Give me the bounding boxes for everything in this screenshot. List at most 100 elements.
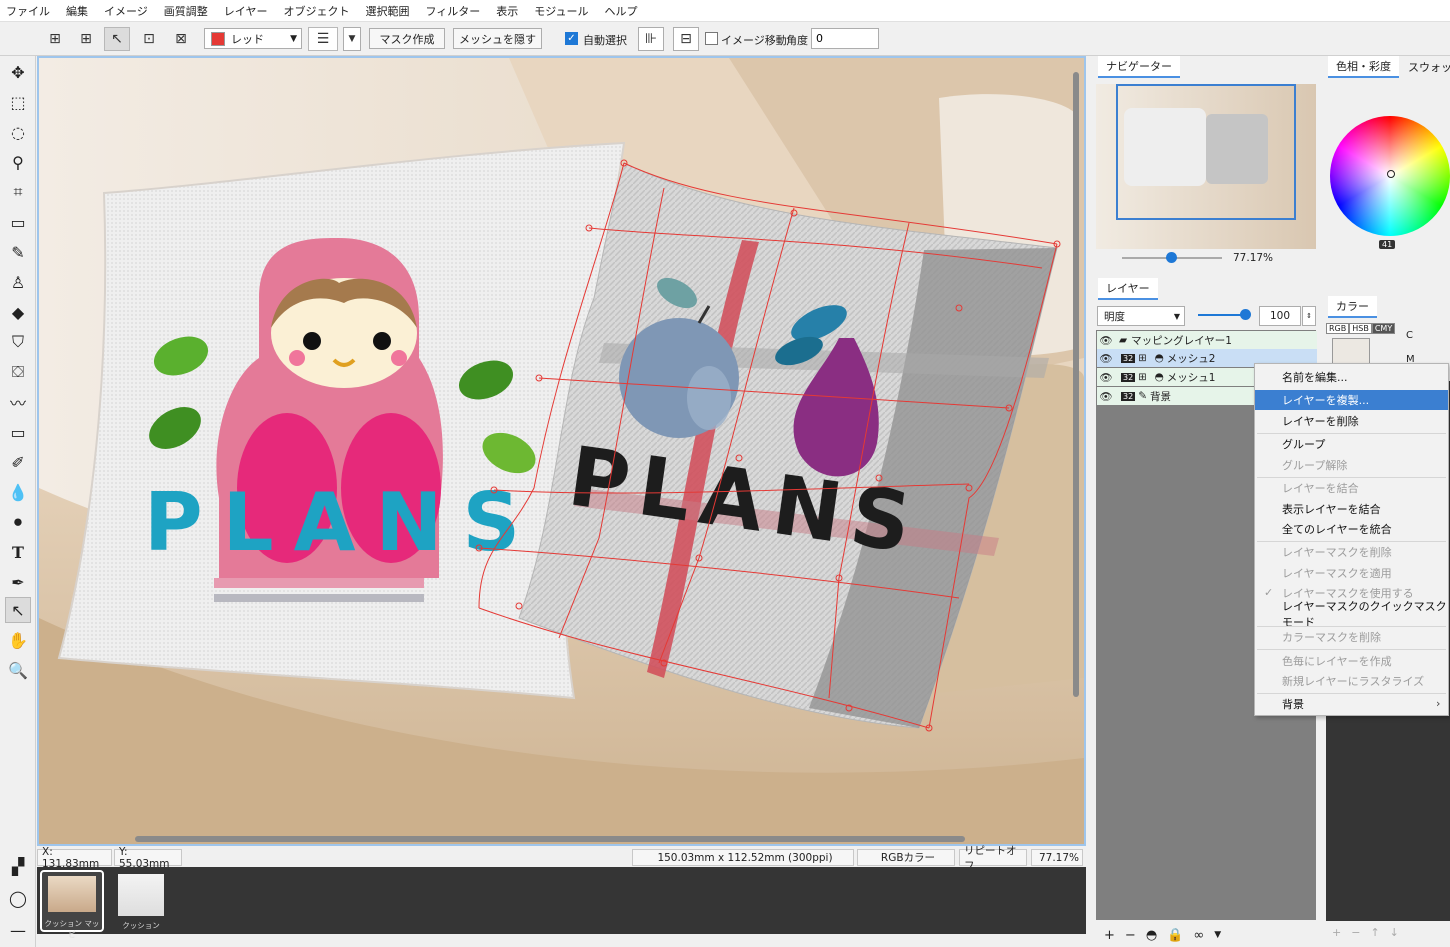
image-move-checkbox[interactable] [705, 32, 718, 45]
link-icon[interactable]: ∞ [1193, 928, 1204, 943]
zoom-icon[interactable]: 🔍 [5, 657, 31, 683]
magic-wand-icon[interactable]: ⚲ [5, 149, 31, 175]
thumb-doc-2[interactable]: クッション [112, 870, 170, 932]
tab-hue-saturation[interactable]: 色相・彩度 [1328, 56, 1399, 78]
blend-mode-select[interactable]: 明度 ▼ [1097, 306, 1185, 326]
stamp-icon[interactable]: ♙ [5, 269, 31, 295]
status-zoom[interactable]: 77.17% [1031, 849, 1083, 866]
ctx-background[interactable]: 背景 [1255, 694, 1448, 714]
ctx-rasterize-new[interactable]: 新規レイヤーにラスタライズ [1255, 671, 1448, 691]
mesh-edit-icon[interactable]: ⊠ [168, 27, 194, 51]
menu-file[interactable]: ファイル [6, 3, 50, 19]
canvas[interactable]: PLANS PLANS [37, 56, 1086, 846]
mask-icon[interactable]: ◓ [1146, 928, 1157, 943]
drop-icon[interactable]: 💧 [5, 479, 31, 505]
dodge-icon[interactable]: ⚫ [5, 509, 31, 535]
opacity-knob[interactable] [1240, 309, 1251, 320]
status-repeat[interactable]: リピートオフ [959, 845, 1027, 872]
eye-icon[interactable]: 👁 [1097, 390, 1115, 403]
mesh-add-icon[interactable]: ⊞ [73, 27, 99, 51]
remove-layer-icon[interactable]: − [1125, 928, 1136, 943]
opacity-input[interactable]: 100 [1259, 306, 1301, 326]
menu-image[interactable]: イメージ [104, 3, 148, 19]
menu-filter[interactable]: フィルター [425, 3, 480, 19]
ctx-apply-mask[interactable]: レイヤーマスクを適用 [1255, 563, 1448, 583]
settings-sliders-icon[interactable]: ☰ [308, 27, 338, 51]
add-swatch-icon[interactable]: + [1332, 926, 1341, 939]
lock-icon[interactable]: 🔒 [1167, 928, 1183, 943]
shape-rect-icon[interactable]: ▭ [5, 419, 31, 445]
ctx-merge-layers[interactable]: レイヤーを結合 [1255, 478, 1448, 498]
eye-icon[interactable]: 👁 [1097, 352, 1115, 365]
color-wheel-cursor[interactable] [1387, 170, 1395, 178]
gradient-icon[interactable]: 〰 [5, 389, 31, 415]
ctx-delete-mask[interactable]: レイヤーマスクを削除 [1255, 542, 1448, 562]
menu-module[interactable]: モジュール [534, 3, 588, 19]
tab-color[interactable]: カラー [1328, 296, 1377, 318]
angle-input[interactable] [811, 28, 879, 49]
eyedropper-icon[interactable]: ✐ [5, 449, 31, 475]
status-colormode[interactable]: RGBカラー [857, 849, 955, 866]
align-horizontal-icon[interactable]: ⊟ [673, 27, 699, 51]
auto-select-checkbox[interactable]: ✓ [565, 32, 578, 45]
ctx-ungroup[interactable]: グループ解除 [1255, 455, 1448, 475]
ctx-flatten[interactable]: 全てのレイヤーを統合 [1255, 519, 1448, 539]
menu-help[interactable]: ヘルプ [604, 3, 637, 19]
eraser-icon[interactable]: ◆ [5, 299, 31, 325]
eye-icon[interactable]: 👁 [1097, 371, 1115, 384]
minimize-icon[interactable]: — [5, 917, 31, 943]
ctx-delete-layer[interactable]: レイヤーを削除 [1255, 411, 1448, 431]
menu-edit[interactable]: 編集 [66, 3, 88, 19]
color-wheel[interactable] [1330, 116, 1450, 236]
mesh-color-select[interactable]: レッド ▼ [204, 28, 302, 49]
navigator-preview[interactable] [1096, 84, 1316, 249]
mesh-transform-icon[interactable]: ⊡ [136, 27, 162, 51]
hide-mesh-button[interactable]: メッシュを隠す [453, 28, 542, 49]
vertical-scrollbar[interactable] [1073, 72, 1079, 697]
fill-bucket-icon[interactable]: ⛉ [5, 329, 31, 355]
menu-selection[interactable]: 選択範囲 [365, 3, 409, 19]
align-vertical-icon[interactable]: ⊪ [638, 27, 664, 51]
dropdown-arrow-icon[interactable]: ▼ [343, 27, 361, 51]
ctx-layer-per-color[interactable]: 色毎にレイヤーを作成 [1255, 651, 1448, 671]
thumb-doc-1[interactable]: クッション マッピ [40, 870, 104, 939]
ctx-group[interactable]: グループ [1255, 434, 1448, 454]
ruler-icon[interactable]: ▭ [5, 209, 31, 235]
mode-tab-cmy[interactable]: CMY [1371, 323, 1396, 334]
tab-navigator[interactable]: ナビゲーター [1098, 56, 1180, 78]
lasso-icon[interactable]: ◌ [5, 119, 31, 145]
foreground-color-swatch[interactable] [1332, 338, 1370, 366]
menu-layer[interactable]: レイヤー [224, 3, 268, 19]
tab-swatches[interactable]: スウォッチ [1400, 56, 1450, 78]
rect-select-icon[interactable]: ⬚ [5, 89, 31, 115]
ruler-toggle-icon[interactable]: ▞ [5, 853, 31, 879]
more-icon[interactable]: ▼ [1214, 930, 1221, 940]
ctx-merge-visible[interactable]: 表示レイヤーを結合 [1255, 499, 1448, 519]
horizontal-scrollbar[interactable] [135, 836, 965, 842]
mask-create-button[interactable]: マスク作成 [369, 28, 445, 49]
remove-swatch-icon[interactable]: − [1351, 926, 1360, 939]
hand-icon[interactable]: ✋ [5, 627, 31, 653]
mode-tab-rgb[interactable]: RGB [1326, 323, 1350, 334]
add-layer-icon[interactable]: + [1104, 928, 1115, 943]
layer-row-mapping[interactable]: 👁 ▰ マッピングレイヤー1 [1097, 331, 1317, 349]
mesh-grid-icon[interactable]: ⊞ [42, 27, 68, 51]
eye-icon[interactable]: 👁 [1097, 334, 1115, 347]
ctx-delete-color-mask[interactable]: カラーマスクを削除 [1255, 627, 1448, 647]
brush-icon[interactable]: ✎ [5, 239, 31, 265]
mode-tab-hsb[interactable]: HSB [1349, 323, 1372, 334]
crop-icon[interactable]: ⌗ [5, 179, 31, 205]
arrow-down-icon[interactable]: ↓ [1390, 926, 1399, 939]
navigator-viewport[interactable] [1116, 84, 1296, 220]
fill-pattern-icon[interactable]: ⛋ [5, 359, 31, 385]
arrow-up-icon[interactable]: ↑ [1370, 926, 1379, 939]
text-tool-icon[interactable]: T [5, 539, 31, 565]
pointer-icon[interactable]: ↖ [5, 597, 31, 623]
select-pointer-icon[interactable]: ↖ [104, 27, 130, 51]
move-icon[interactable]: ✥ [5, 59, 31, 85]
tab-layers[interactable]: レイヤー [1098, 278, 1158, 300]
ctx-quick-mask-mode[interactable]: レイヤーマスクのクイックマスクモード [1255, 600, 1448, 629]
menu-view[interactable]: 表示 [496, 3, 518, 19]
opacity-stepper-icon[interactable]: ⇕ [1302, 306, 1316, 326]
pen-icon[interactable]: ✒ [5, 569, 31, 595]
